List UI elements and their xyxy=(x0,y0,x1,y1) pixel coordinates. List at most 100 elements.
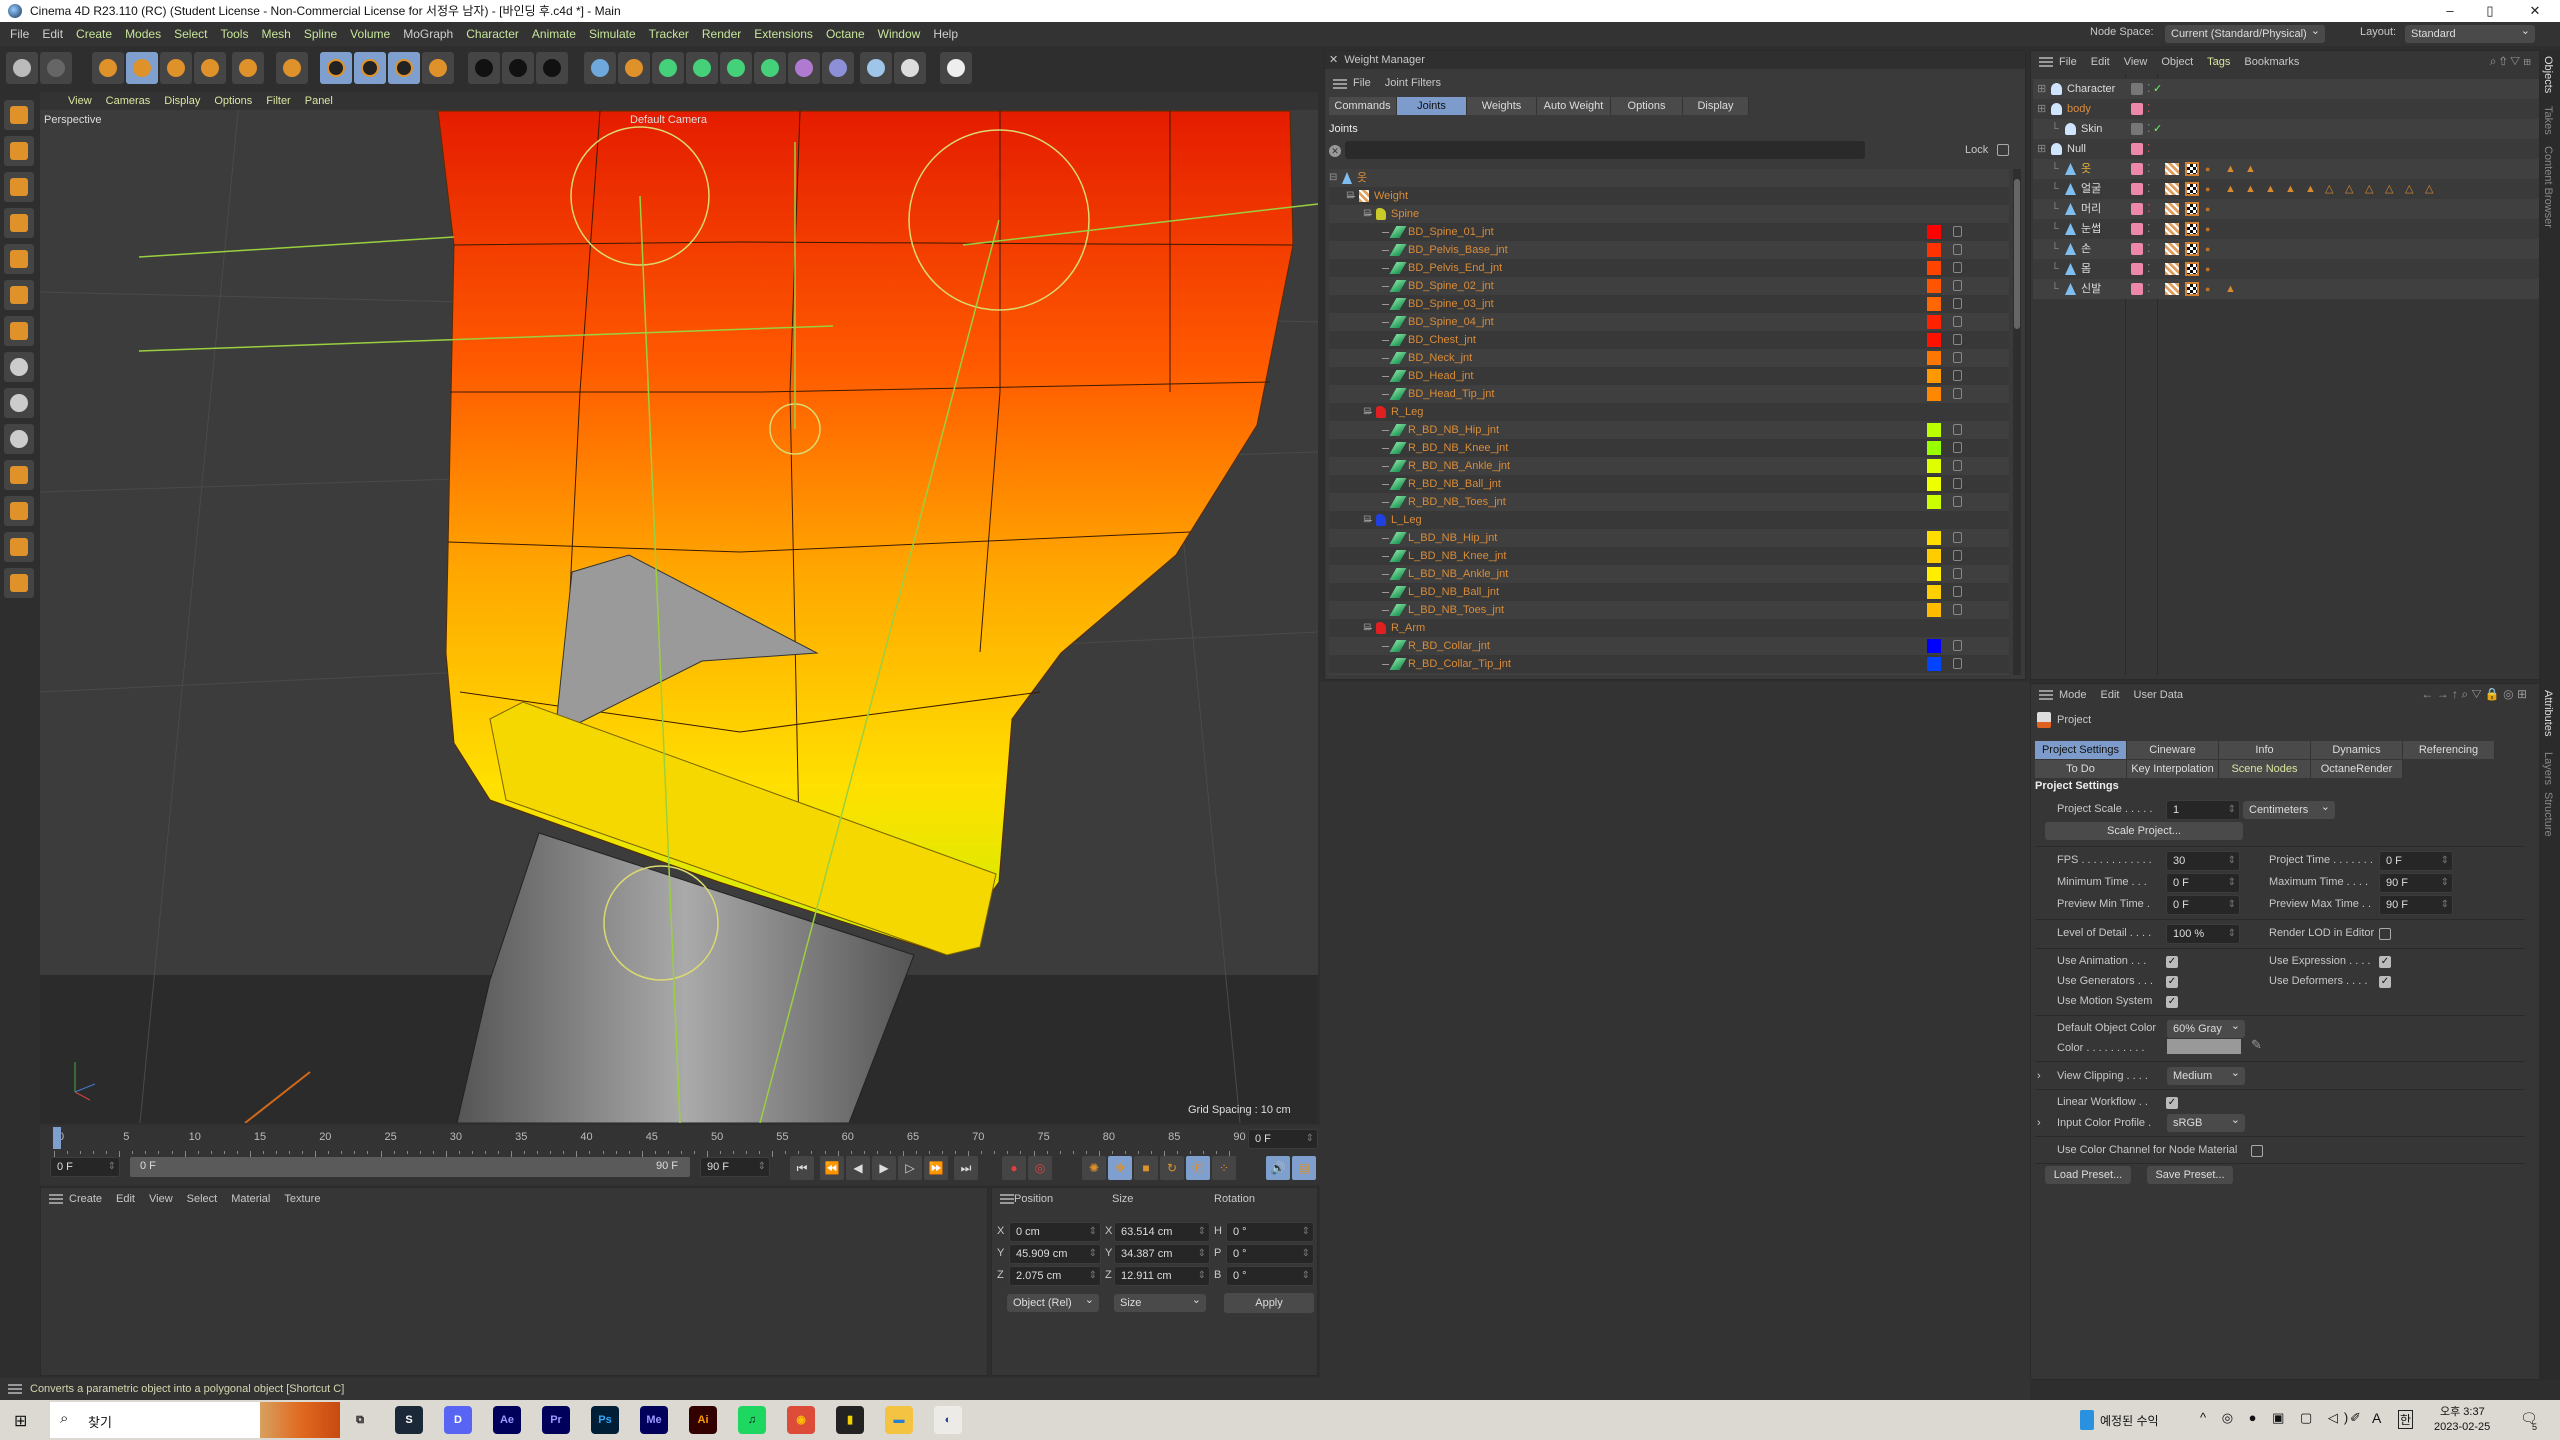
fracture-button[interactable] xyxy=(754,52,786,84)
joint-lock-icon[interactable] xyxy=(1953,370,1962,381)
joint-tree-scrollbar[interactable] xyxy=(2013,169,2021,675)
material-menu-edit[interactable]: Edit xyxy=(116,1193,135,1205)
fps-field[interactable]: 30 xyxy=(2166,851,2240,871)
symmetry-button[interactable] xyxy=(788,52,820,84)
joint-lock-icon[interactable] xyxy=(1953,460,1962,471)
tab-weights[interactable]: Weights xyxy=(1467,97,1537,115)
go-to-end-button[interactable]: ⏭ xyxy=(954,1156,978,1180)
axis-button[interactable] xyxy=(4,316,34,346)
project-time-field[interactable]: 0 F xyxy=(2379,851,2453,871)
collapse-icon[interactable]: ⊟ xyxy=(1329,169,1337,187)
joint-row[interactable]: BD_Pelvis_End_jnt xyxy=(1329,259,2009,277)
skin-tag-icon[interactable]: ● xyxy=(2205,199,2210,219)
selection-tag-icon[interactable]: △ xyxy=(2405,179,2413,199)
tab-info[interactable]: Info xyxy=(2219,741,2311,759)
taskbar-search-box[interactable]: ⌕ 찾기 xyxy=(50,1402,340,1438)
joint-row[interactable]: R_BD_Collar_jnt xyxy=(1329,637,2009,655)
side-tab-takes[interactable]: Takes xyxy=(2542,106,2554,135)
viewport-menu-view[interactable]: View xyxy=(68,95,92,107)
joint-row[interactable]: BD_Neck_jnt xyxy=(1329,349,2009,367)
joint-group-row[interactable]: ⊟ L_Leg xyxy=(1329,511,2009,529)
object-menu-file[interactable]: File xyxy=(2059,56,2077,68)
object-row[interactable]: └ 얼굴 ⁚ ● ▲ ▲ ▲ ▲ ▲ △ △ △ △ △ △ xyxy=(2033,179,2539,199)
side-tab-content-browser[interactable]: Content Browser xyxy=(2542,146,2554,228)
object-name[interactable]: Character xyxy=(2067,79,2115,99)
previous-frame-button[interactable]: ◀ xyxy=(846,1156,870,1180)
key-rotation-icon[interactable]: ↻ xyxy=(1160,1156,1184,1180)
weight-tag-icon[interactable] xyxy=(2165,263,2179,275)
joint-color-swatch[interactable] xyxy=(1927,261,1941,275)
timeline-ruler[interactable]: 0 5 10 15 20 25 30 35 40 45 50 55 60 65 70 75 80 85 90 xyxy=(40,1125,1250,1157)
joint-group-row[interactable]: ⊟ R_Arm xyxy=(1329,619,2009,637)
collapse-icon[interactable]: ⊟ xyxy=(1363,511,1371,529)
key-parameter-icon[interactable]: Ⓟ xyxy=(1186,1156,1210,1180)
widgets-text[interactable]: 예정된 수익 xyxy=(2100,1412,2159,1429)
object-row[interactable]: ⊞ Null ⁚ xyxy=(2033,139,2539,159)
previous-key-button[interactable]: ⏪ xyxy=(820,1156,844,1180)
joint-lock-icon[interactable] xyxy=(1953,334,1962,345)
joint-color-swatch[interactable] xyxy=(1927,315,1941,329)
attributes-menu-icon[interactable] xyxy=(2039,690,2053,700)
size-y-field[interactable]: 34.387 cm xyxy=(1114,1244,1210,1264)
preview-max-field[interactable]: 90 F xyxy=(2379,895,2453,915)
enabled-check-icon[interactable]: ✓ xyxy=(2153,79,2162,99)
sticky-app-icon[interactable]: ▮ xyxy=(836,1406,864,1434)
start-frame-field[interactable]: 0 F xyxy=(50,1157,120,1177)
windows-start-icon[interactable]: ⊞ xyxy=(14,1411,27,1431)
psr-button[interactable] xyxy=(232,52,264,84)
pen-icon[interactable]: ✐ xyxy=(2350,1410,2361,1426)
joint-color-swatch[interactable] xyxy=(1927,225,1941,239)
rotation-b-field[interactable]: 0 ° xyxy=(1226,1266,1314,1286)
tab-to-do[interactable]: To Do xyxy=(2035,760,2127,778)
visibility-dots-icon[interactable]: ⁚ xyxy=(2147,79,2151,99)
object-row[interactable]: └ 신발 ⁚ ● ▲ xyxy=(2033,279,2539,299)
next-frame-button[interactable]: ▷ xyxy=(898,1156,922,1180)
language-indicator[interactable]: A xyxy=(2372,1410,2381,1426)
material-tag-icon[interactable]: ▲ xyxy=(2305,179,2316,199)
joint-lock-icon[interactable] xyxy=(1953,388,1962,399)
z-axis-button[interactable] xyxy=(388,52,420,84)
menu-character[interactable]: Character xyxy=(466,27,519,41)
key-position-icon[interactable]: ✥ xyxy=(1108,1156,1132,1180)
key-pla-icon[interactable]: ⁘ xyxy=(1212,1156,1236,1180)
joint-row[interactable]: BD_Spine_02_jnt xyxy=(1329,277,2009,295)
joint-row[interactable]: BD_Spine_04_jnt xyxy=(1329,313,2009,331)
close-button[interactable]: ✕ xyxy=(2515,0,2555,22)
collapse-icon[interactable]: ⊟ xyxy=(1363,403,1371,421)
select-button[interactable] xyxy=(92,52,124,84)
joint-group-row[interactable]: ⊟ 옷 xyxy=(1329,169,2009,187)
object-name[interactable]: 머리 xyxy=(2081,199,2101,219)
layer-color-swatch[interactable] xyxy=(2131,223,2143,235)
object-name[interactable]: 옷 xyxy=(2081,159,2091,179)
material-tag-icon[interactable]: ▲ xyxy=(2225,279,2236,299)
weight-manager-menu-icon[interactable] xyxy=(1333,79,1347,89)
minimum-time-field[interactable]: 0 F xyxy=(2166,873,2240,893)
menu-help[interactable]: Help xyxy=(933,27,958,41)
polygons-mode-button[interactable] xyxy=(4,244,34,274)
coordinates-menu-icon[interactable] xyxy=(1000,1194,1014,1204)
undo-button[interactable] xyxy=(6,52,38,84)
joint-color-swatch[interactable] xyxy=(1927,639,1941,653)
joint-row[interactable]: R_BD_NB_Knee_jnt xyxy=(1329,439,2009,457)
status-menu-icon[interactable] xyxy=(8,1384,22,1394)
menu-modes[interactable]: Modes xyxy=(125,27,161,41)
rotation-p-field[interactable]: 0 ° xyxy=(1226,1244,1314,1264)
object-menu-bookmarks[interactable]: Bookmarks xyxy=(2244,56,2299,68)
material-tag-icon[interactable]: ▲ xyxy=(2265,179,2276,199)
layer-color-swatch[interactable] xyxy=(2131,143,2143,155)
weight-tag-icon[interactable] xyxy=(2165,183,2179,195)
object-row[interactable]: └ 손 ⁚ ● xyxy=(2033,239,2539,259)
joint-row[interactable]: R_BD_NB_Toes_jnt xyxy=(1329,493,2009,511)
joint-lock-icon[interactable] xyxy=(1953,298,1962,309)
go-to-start-button[interactable]: ⏮ xyxy=(790,1156,814,1180)
weight-tag-icon[interactable] xyxy=(2165,163,2179,175)
visibility-dots-icon[interactable]: ⁚ xyxy=(2147,199,2151,219)
menu-tools[interactable]: Tools xyxy=(220,27,248,41)
transform-button[interactable] xyxy=(276,52,308,84)
joint-lock-icon[interactable] xyxy=(1953,568,1962,579)
joint-lock-icon[interactable] xyxy=(1953,424,1962,435)
deformer-button[interactable] xyxy=(822,52,854,84)
clear-search-icon[interactable]: ✕ xyxy=(1329,145,1341,157)
joint-lock-icon[interactable] xyxy=(1953,532,1962,543)
visibility-dots-icon[interactable]: ⁚ xyxy=(2147,119,2151,139)
